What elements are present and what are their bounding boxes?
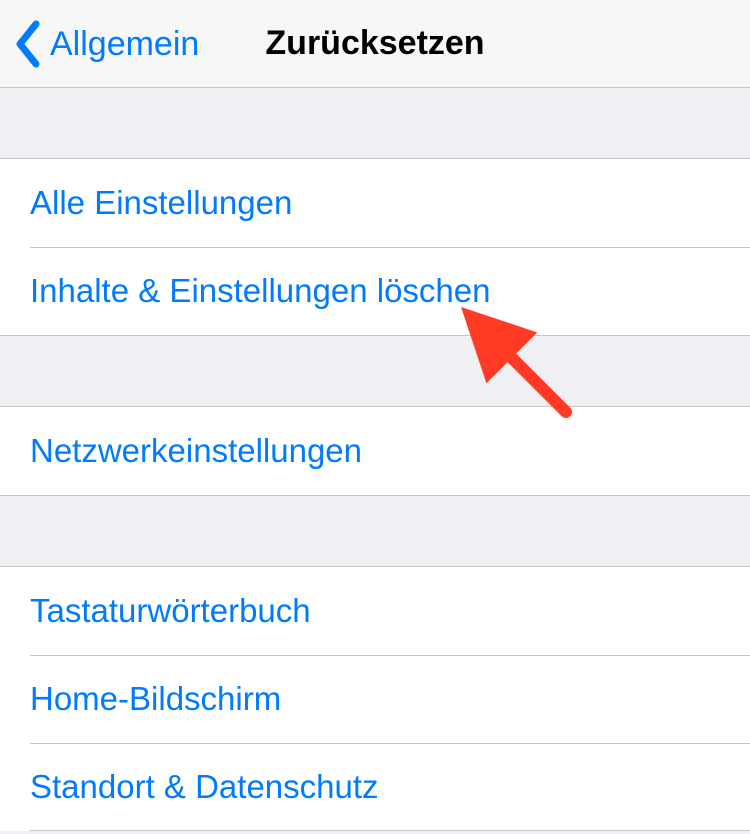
list-item-label: Home-Bildschirm [30, 680, 281, 718]
reset-network-settings[interactable]: Netzwerkeinstellungen [0, 407, 750, 495]
reset-all-settings[interactable]: Alle Einstellungen [0, 159, 750, 247]
section-spacer [0, 336, 750, 406]
list-group: Tastaturwörterbuch Home-Bildschirm Stand… [0, 566, 750, 831]
reset-keyboard-dictionary[interactable]: Tastaturwörterbuch [0, 567, 750, 655]
section-spacer [0, 496, 750, 566]
list-item-label: Inhalte & Einstellungen löschen [30, 272, 491, 310]
list-group: Alle Einstellungen Inhalte & Einstellung… [0, 158, 750, 336]
list-item-label: Tastaturwörterbuch [30, 592, 311, 630]
erase-content-settings[interactable]: Inhalte & Einstellungen löschen [0, 247, 750, 335]
section-spacer [0, 88, 750, 158]
list-item-label: Standort & Datenschutz [30, 768, 379, 806]
list-item-label: Netzwerkeinstellungen [30, 432, 362, 470]
list-item-label: Alle Einstellungen [30, 184, 292, 222]
list-group: Netzwerkeinstellungen [0, 406, 750, 496]
back-button[interactable]: Allgemein [6, 0, 199, 88]
nav-bar: Allgemein Zurücksetzen [0, 0, 750, 88]
chevron-left-icon [6, 0, 50, 88]
reset-home-screen[interactable]: Home-Bildschirm [0, 655, 750, 743]
reset-location-privacy[interactable]: Standort & Datenschutz [0, 743, 750, 831]
back-label: Allgemein [50, 25, 199, 64]
